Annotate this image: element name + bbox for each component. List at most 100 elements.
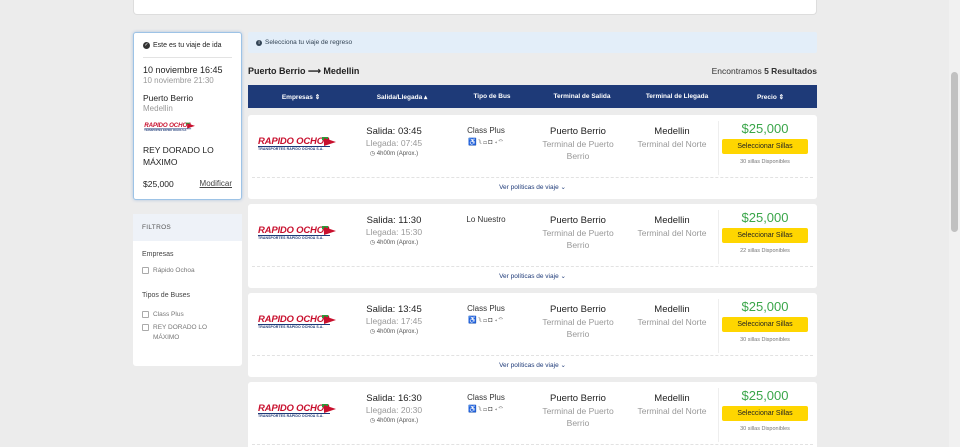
origin-terminal-cell: Puerto Berrio Terminal de Puerto Berrio — [530, 215, 626, 251]
trip-card-title: Este es tu viaje de ida — [153, 42, 222, 49]
bus-type-cell: Class Plus ♿⑊▭◘◂⌔ — [444, 393, 528, 413]
destination-terminal: Terminal del Norte — [637, 317, 707, 327]
divider — [252, 266, 813, 267]
departure-time: Salida: 11:30 — [366, 215, 422, 226]
info-icon: i — [256, 39, 262, 46]
trip-destination: Medellin — [143, 104, 173, 113]
filter-option-bus-type[interactable]: REY DORADO LO MÁXIMO — [133, 323, 242, 343]
duration: ◷ 4h00m (Aprox.) — [369, 329, 419, 335]
select-seats-button[interactable]: Seleccionar Sillas — [722, 317, 808, 332]
col-origin-terminal: Terminal de Salida — [553, 93, 611, 100]
divider — [252, 177, 813, 178]
divider — [252, 444, 813, 445]
price: $25,000 — [741, 210, 789, 225]
origin-terminal: Terminal de Puerto Berrio — [542, 406, 614, 428]
result-row: RAPIDO OCHOA TRANSPORTES RAPIDO OCHOA S.… — [248, 204, 817, 288]
filter-option-company[interactable]: Rápido Ochoa — [133, 266, 242, 276]
bus-type-cell: Class Plus ♿⑊▭◘◂⌔ — [444, 126, 528, 146]
page-scrollbar[interactable] — [949, 0, 960, 447]
bus-type-cell: Lo Nuestro — [444, 215, 528, 227]
arrival-time: Llegada: 20:30 — [365, 405, 423, 415]
arrival-time: Llegada: 15:30 — [365, 227, 423, 237]
departure-time: Salida: 13:45 — [366, 304, 422, 315]
return-trip-notice: i Selecciona tu viaje de regreso — [248, 32, 817, 53]
schedule-cell: Salida: 03:45 Llegada: 07:45 ◷ 4h00m (Ap… — [346, 126, 442, 157]
col-bus-type: Tipo de Bus — [473, 93, 511, 100]
company-logo: RAPIDO OCHOA TRANSPORTES RAPIDO OCHOA S.… — [143, 122, 198, 132]
outbound-trip-card: ✓ Este es tu viaje de ida 10 noviembre 1… — [133, 32, 242, 200]
amenities-icons: ♿⑊▭◘◂⌔ — [468, 139, 504, 146]
arrival-time: Llegada: 17:45 — [365, 316, 423, 326]
travel-policies-link[interactable]: Ver políticas de viaje ⌄ — [248, 361, 817, 369]
sort-by-time[interactable]: Salida/Llegada ▴ — [354, 93, 450, 101]
trip-depart-datetime: 10 noviembre 16:45 — [143, 65, 223, 75]
origin-city: Puerto Berrio — [550, 215, 606, 226]
schedule-cell: Salida: 13:45 Llegada: 17:45 ◷ 4h00m (Ap… — [346, 304, 442, 335]
trip-price: $25,000 — [143, 179, 174, 189]
price: $25,000 — [741, 121, 789, 136]
departure-time: Salida: 16:30 — [366, 393, 422, 404]
bus-type-cell: Class Plus ♿⑊▭◘◂⌔ — [444, 304, 528, 324]
destination-city: Medellin — [654, 215, 690, 226]
travel-policies-link[interactable]: Ver políticas de viaje ⌄ — [248, 272, 817, 280]
col-destination-terminal: Terminal de Llegada — [645, 93, 709, 100]
company-logo-cell: RAPIDO OCHOA TRANSPORTES RAPIDO OCHOA S.… — [256, 314, 346, 332]
duration: ◷ 4h00m (Aprox.) — [369, 151, 419, 157]
destination-terminal-cell: Medellin Terminal del Norte — [624, 215, 720, 239]
schedule-cell: Salida: 11:30 Llegada: 15:30 ◷ 4h00m (Ap… — [346, 215, 442, 246]
sort-by-company[interactable]: Empresas ⇕ — [248, 93, 354, 101]
destination-terminal: Terminal del Norte — [637, 139, 707, 149]
checkbox[interactable] — [142, 267, 149, 274]
company-logo-cell: RAPIDO OCHOA TRANSPORTES RAPIDO OCHOA S.… — [256, 403, 346, 421]
divider — [252, 355, 813, 356]
company-logo: RAPIDO OCHOA TRANSPORTES RAPIDO OCHOA S.… — [256, 314, 340, 332]
checkbox[interactable] — [142, 324, 149, 331]
available-seats: 30 sillas Disponibles — [740, 426, 790, 432]
filter-group-bus-types: Tipos de Buses — [142, 292, 190, 299]
available-seats: 30 sillas Disponibles — [740, 337, 790, 343]
select-seats-button[interactable]: Seleccionar Sillas — [722, 228, 808, 243]
travel-policies-link[interactable]: Ver políticas de viaje ⌄ — [248, 183, 817, 191]
origin-terminal-cell: Puerto Berrio Terminal de Puerto Berrio — [530, 393, 626, 429]
sort-by-price[interactable]: Precio ⇕ — [724, 93, 817, 101]
available-seats: 30 sillas Disponibles — [740, 159, 790, 165]
company-logo-cell: RAPIDO OCHOA TRANSPORTES RAPIDO OCHOA S.… — [256, 225, 346, 243]
select-seats-button[interactable]: Seleccionar Sillas — [722, 139, 808, 154]
company-logo: RAPIDO OCHOA TRANSPORTES RAPIDO OCHOA S.… — [256, 403, 340, 421]
trip-origin: Puerto Berrio — [143, 93, 194, 103]
top-card — [133, 0, 817, 15]
route-title: Puerto Berrio ⟶ Medellin — [248, 66, 360, 76]
modify-trip-link[interactable]: Modificar — [200, 179, 232, 189]
trip-card-header: ✓ Este es tu viaje de ida — [143, 42, 232, 58]
result-row: RAPIDO OCHOA TRANSPORTES RAPIDO OCHOA S.… — [248, 293, 817, 377]
origin-terminal-cell: Puerto Berrio Terminal de Puerto Berrio — [530, 304, 626, 340]
bus-type: Class Plus — [467, 393, 505, 402]
filters-title: FILTROS — [133, 214, 242, 241]
bus-type: Class Plus — [467, 304, 505, 313]
origin-terminal: Terminal de Puerto Berrio — [542, 139, 614, 161]
select-seats-button[interactable]: Seleccionar Sillas — [722, 406, 808, 421]
origin-terminal: Terminal de Puerto Berrio — [542, 228, 614, 250]
filters-panel: FILTROS Empresas Rápido Ochoa Tipos de B… — [133, 214, 242, 366]
check-circle-icon: ✓ — [143, 42, 150, 49]
trip-arrive-datetime: 10 noviembre 21:30 — [143, 76, 214, 85]
duration: ◷ 4h00m (Aprox.) — [369, 240, 419, 246]
destination-city: Medellin — [654, 393, 690, 404]
price-cell: $25,000 Seleccionar Sillas 30 sillas Dis… — [718, 299, 811, 353]
arrival-time: Llegada: 07:45 — [365, 138, 423, 148]
price-cell: $25,000 Seleccionar Sillas 30 sillas Dis… — [718, 388, 811, 442]
checkbox[interactable] — [142, 311, 149, 318]
origin-city: Puerto Berrio — [550, 393, 606, 404]
destination-terminal: Terminal del Norte — [637, 406, 707, 416]
trip-bus-type: REY DORADO LO MÁXIMO — [143, 145, 214, 167]
scrollbar-thumb[interactable] — [951, 72, 958, 232]
company-logo-cell: RAPIDO OCHOA TRANSPORTES RAPIDO OCHOA S.… — [256, 136, 346, 154]
origin-terminal: Terminal de Puerto Berrio — [542, 317, 614, 339]
schedule-cell: Salida: 16:30 Llegada: 20:30 ◷ 4h00m (Ap… — [346, 393, 442, 424]
origin-city: Puerto Berrio — [550, 126, 606, 137]
amenities-icons: ♿⑊▭◘◂⌔ — [468, 317, 504, 324]
result-row: RAPIDO OCHOA TRANSPORTES RAPIDO OCHOA S.… — [248, 115, 817, 199]
results-count: Encontramos 5 Resultados — [711, 66, 817, 76]
destination-terminal: Terminal del Norte — [637, 228, 707, 238]
filter-option-bus-type[interactable]: Class Plus — [133, 310, 242, 320]
